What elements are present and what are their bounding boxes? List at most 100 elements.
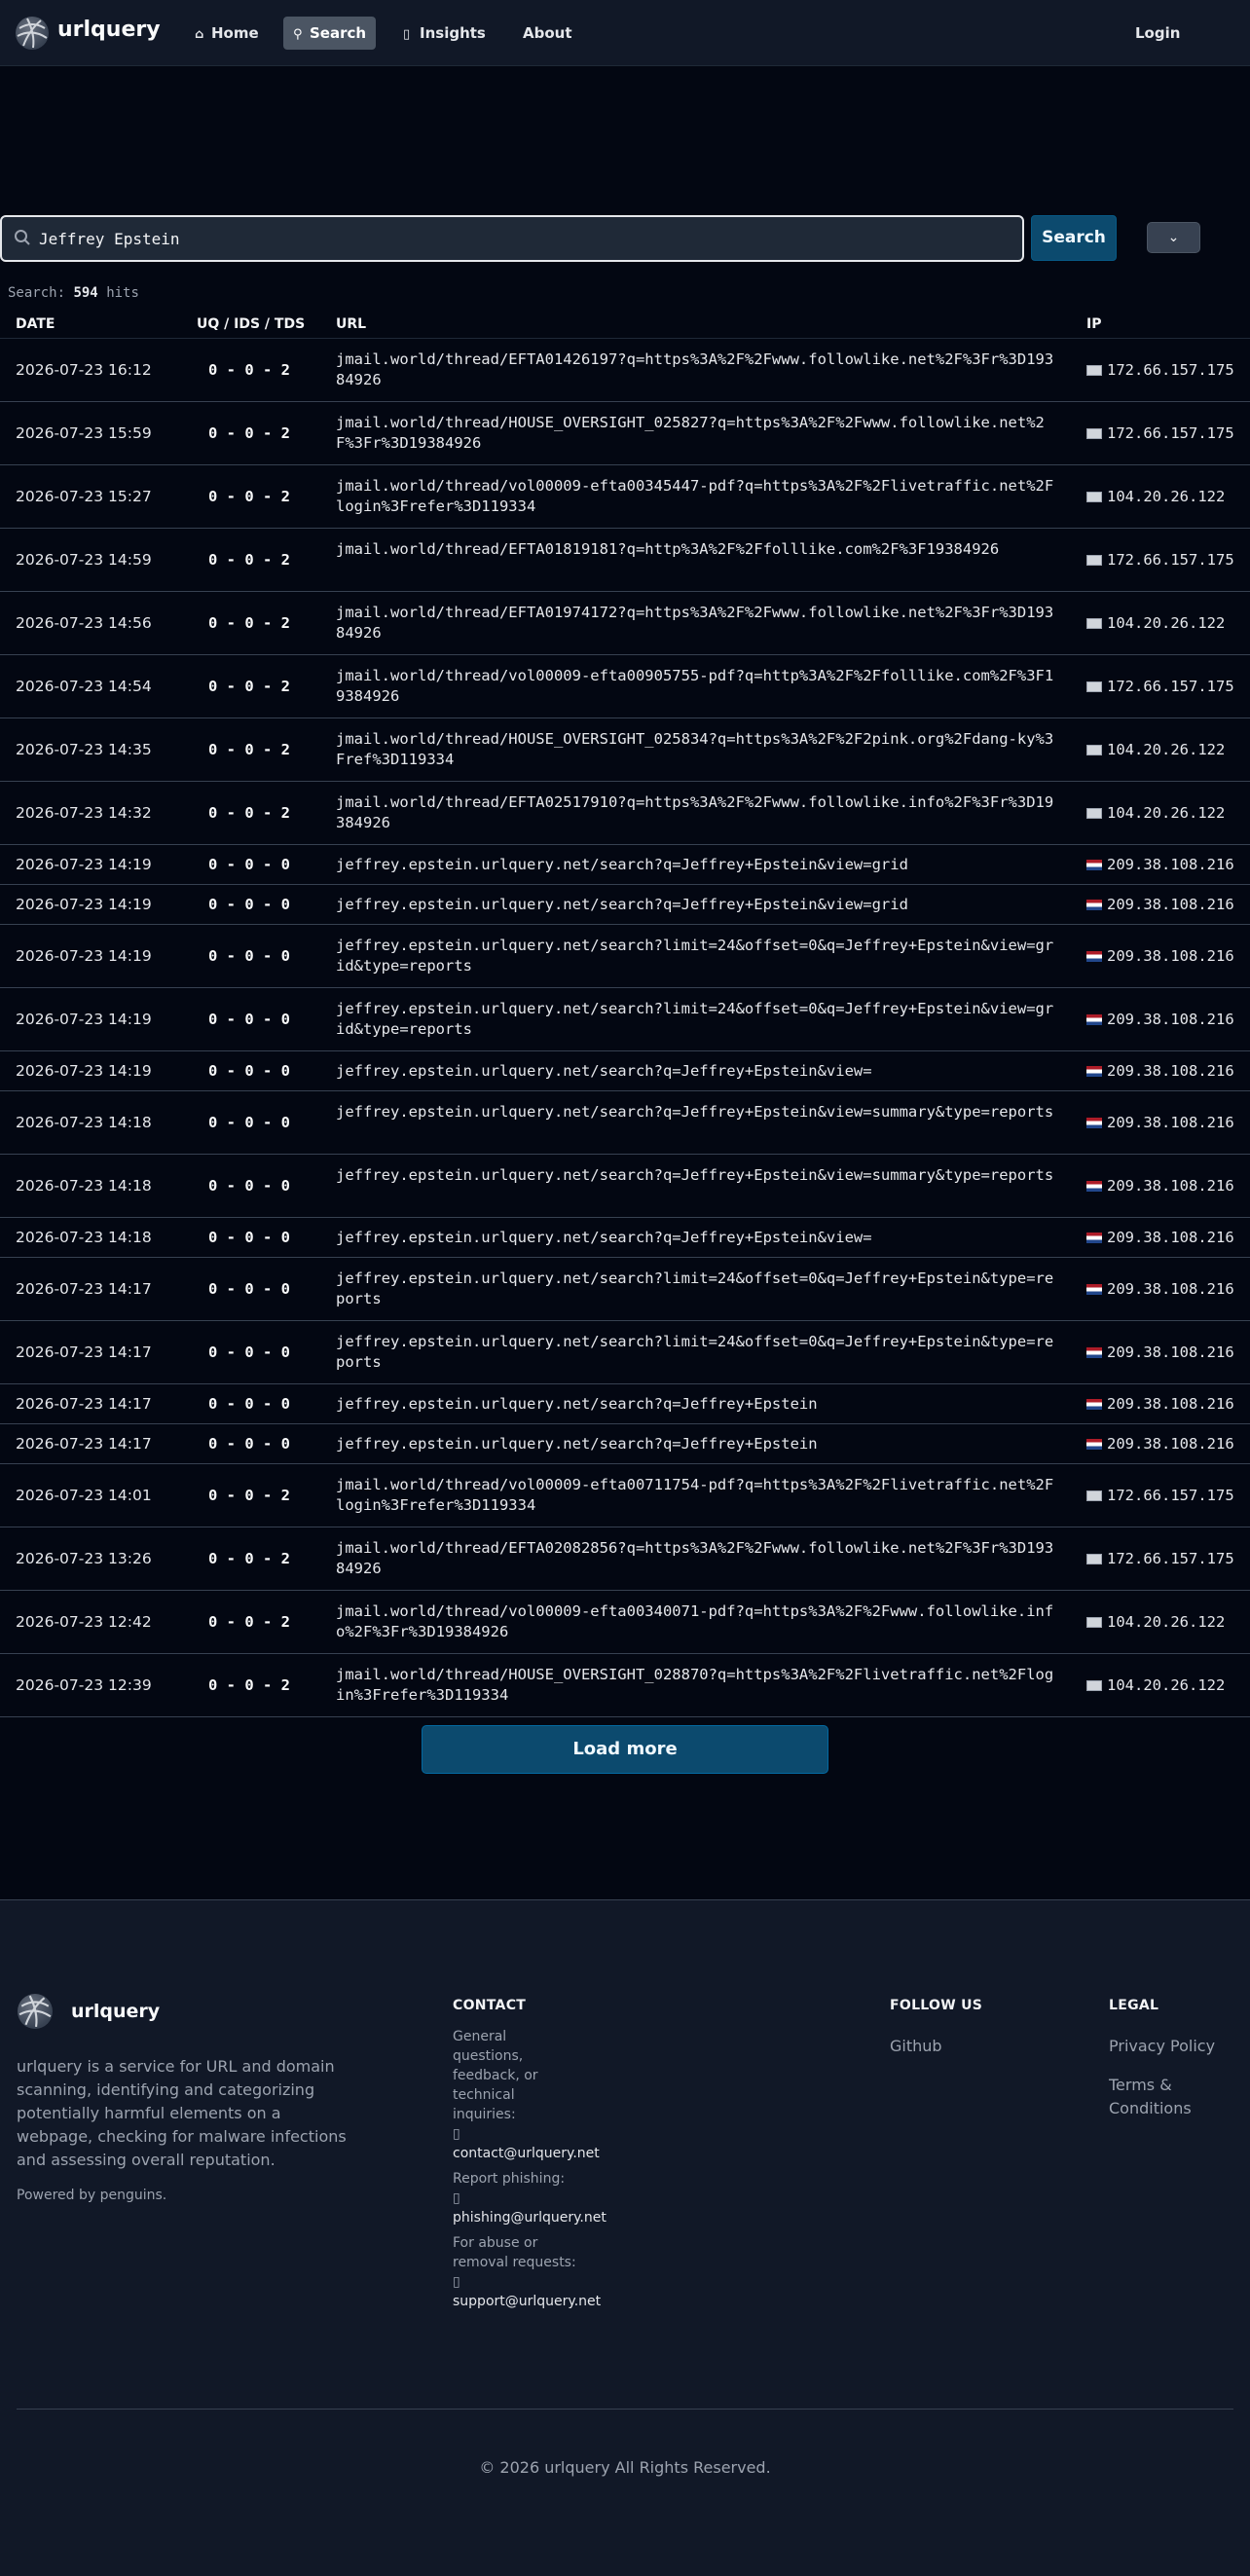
table-row[interactable]: 2026-07-23 14:35 0 - 0 - 2 jmail.world/thr…	[0, 718, 1250, 782]
row-url-link[interactable]: jmail.world/thread/HOUSE_OVERSIGHT_02583…	[336, 729, 1056, 770]
table-row[interactable]: 2026-07-23 14:54 0 - 0 - 2 jmail.world/thr…	[0, 655, 1250, 718]
table-row[interactable]: 2026-07-23 14:56 0 - 0 - 2 jmail.world/thr…	[0, 592, 1250, 655]
row-url-link[interactable]: jeffrey.epstein.urlquery.net/search?q=Je…	[336, 1434, 1056, 1454]
row-url-link[interactable]: jmail.world/thread/EFTA01974172?q=https%…	[336, 603, 1056, 644]
table-row[interactable]: 2026-07-23 14:01 0 - 0 - 2 jmail.world/thr…	[0, 1464, 1250, 1527]
row-url-link[interactable]: jmail.world/thread/EFTA01426197?q=https%…	[336, 350, 1056, 390]
urlquery-logo-icon[interactable]	[16, 17, 49, 50]
search-input[interactable]	[39, 217, 1012, 260]
row-ip-text: 209.38.108.216	[1107, 896, 1234, 913]
row-date: 2026-07-23 14:32	[16, 804, 152, 822]
row-url-link[interactable]: jeffrey.epstein.urlquery.net/search?q=Je…	[336, 1061, 1056, 1082]
row-ip: 209.38.108.216	[1086, 1435, 1234, 1453]
row-ip: 104.20.26.122	[1086, 804, 1225, 822]
row-date: 2026-07-23 13:26	[16, 1550, 152, 1567]
country-flag-icon	[1086, 1066, 1102, 1077]
support-email-link[interactable]: support@urlquery.net	[453, 2292, 647, 2311]
row-url-link[interactable]: jmail.world/thread/EFTA02082856?q=https%…	[336, 1538, 1056, 1579]
row-ip-text: 209.38.108.216	[1107, 1435, 1234, 1453]
row-ip-text: 209.38.108.216	[1107, 1229, 1234, 1246]
login-link[interactable]: Login	[1135, 17, 1180, 50]
row-url-link[interactable]: jmail.world/thread/EFTA01819181?q=http%3…	[336, 539, 1056, 560]
table-row[interactable]: 2026-07-23 14:19 0 - 0 - 0 jeffrey.epstein…	[0, 885, 1250, 925]
row-url-link[interactable]: jmail.world/thread/vol00009-efta00340071…	[336, 1601, 1056, 1642]
table-row[interactable]: 2026-07-23 13:26 0 - 0 - 2 jmail.world/thr…	[0, 1527, 1250, 1591]
row-score: 0 - 0 - 2	[208, 1613, 290, 1631]
nav-about[interactable]: About	[513, 17, 582, 50]
row-url-link[interactable]: jeffrey.epstein.urlquery.net/search?q=Je…	[336, 1228, 1056, 1248]
table-row[interactable]: 2026-07-23 14:17 0 - 0 - 0 jeffrey.epstein…	[0, 1321, 1250, 1384]
row-url-link[interactable]: jmail.world/thread/HOUSE_OVERSIGHT_02887…	[336, 1665, 1056, 1706]
table-row[interactable]: 2026-07-23 14:19 0 - 0 - 0 jeffrey.epstein…	[0, 988, 1250, 1051]
row-date: 2026-07-23 14:54	[16, 678, 152, 695]
row-date: 2026-07-23 14:17	[16, 1280, 152, 1298]
row-score: 0 - 0 - 0	[208, 1229, 290, 1246]
table-row[interactable]: 2026-07-23 14:32 0 - 0 - 2 jmail.world/thr…	[0, 782, 1250, 845]
country-flag-icon	[1086, 1554, 1102, 1564]
row-url-link[interactable]: jeffrey.epstein.urlquery.net/search?q=Je…	[336, 1165, 1056, 1186]
row-score: 0 - 0 - 2	[208, 741, 290, 758]
table-row[interactable]: 2026-07-23 14:17 0 - 0 - 0 jeffrey.epstein…	[0, 1258, 1250, 1321]
row-ip-text: 172.66.157.175	[1107, 551, 1234, 569]
row-url-link[interactable]: jeffrey.epstein.urlquery.net/search?q=Je…	[336, 1102, 1056, 1122]
country-flag-icon	[1086, 681, 1102, 692]
row-score: 0 - 0 - 2	[208, 1676, 290, 1694]
privacy-policy-link[interactable]: Privacy Policy	[1109, 2035, 1215, 2058]
table-row[interactable]: 2026-07-23 15:27 0 - 0 - 2 jmail.world/thr…	[0, 465, 1250, 529]
table-row[interactable]: 2026-07-23 16:12 0 - 0 - 2 jmail.world/thr…	[0, 339, 1250, 402]
nav-search-label: Search	[310, 24, 367, 42]
row-url-link[interactable]: jeffrey.epstein.urlquery.net/search?q=Je…	[336, 855, 1056, 875]
row-url-link[interactable]: jeffrey.epstein.urlquery.net/search?limi…	[336, 936, 1056, 976]
country-flag-icon	[1086, 1439, 1102, 1450]
table-row[interactable]: 2026-07-23 14:17 0 - 0 - 0 jeffrey.epstein…	[0, 1384, 1250, 1424]
row-url-link[interactable]: jeffrey.epstein.urlquery.net/search?limi…	[336, 999, 1056, 1040]
table-row[interactable]: 2026-07-23 14:18 0 - 0 - 0 jeffrey.epstein…	[0, 1155, 1250, 1218]
row-url-link[interactable]: jmail.world/thread/HOUSE_OVERSIGHT_02582…	[336, 413, 1056, 454]
terms-link[interactable]: Terms & Conditions	[1109, 2074, 1226, 2120]
nav-search[interactable]: ⚲ Search	[283, 17, 377, 50]
row-ip: 104.20.26.122	[1086, 488, 1225, 505]
table-row[interactable]: 2026-07-23 14:18 0 - 0 - 0 jeffrey.epstein…	[0, 1218, 1250, 1258]
row-date: 2026-07-23 14:18	[16, 1229, 152, 1246]
contact-email-link[interactable]: contact@urlquery.net	[453, 2144, 647, 2163]
search-options-dropdown[interactable]: ⌄	[1147, 222, 1200, 253]
row-ip-text: 209.38.108.216	[1107, 1011, 1234, 1028]
contact-block: General questions, feedback, or technica…	[453, 2027, 607, 2317]
row-url-link[interactable]: jeffrey.epstein.urlquery.net/search?q=Je…	[336, 1394, 1056, 1415]
table-row[interactable]: 2026-07-23 14:59 0 - 0 - 2 jmail.world/thr…	[0, 529, 1250, 592]
table-row[interactable]: 2026-07-23 14:19 0 - 0 - 0 jeffrey.epstein…	[0, 1051, 1250, 1091]
table-row[interactable]: 2026-07-23 14:19 0 - 0 - 0 jeffrey.epstein…	[0, 845, 1250, 885]
row-url-link[interactable]: jmail.world/thread/EFTA02517910?q=https%…	[336, 792, 1056, 833]
row-ip-text: 104.20.26.122	[1107, 1676, 1226, 1694]
github-link[interactable]: Github	[890, 2035, 942, 2058]
nav-insights[interactable]: ▯ Insights	[393, 17, 496, 50]
phishing-email-link[interactable]: phishing@urlquery.net	[453, 2208, 647, 2227]
country-flag-icon	[1086, 900, 1102, 910]
row-url-link[interactable]: jmail.world/thread/vol00009-efta00711754…	[336, 1475, 1056, 1516]
table-row[interactable]: 2026-07-23 12:42 0 - 0 - 2 jmail.world/thr…	[0, 1591, 1250, 1654]
row-date: 2026-07-23 14:19	[16, 896, 152, 913]
results-table-header: DATE UQ / IDS / TDS URL IP	[0, 312, 1250, 339]
nav-insights-label: Insights	[420, 24, 486, 42]
row-score: 0 - 0 - 2	[208, 804, 290, 822]
row-score: 0 - 0 - 2	[208, 551, 290, 569]
country-flag-icon	[1086, 808, 1102, 819]
nav-home[interactable]: ⌂ Home	[185, 17, 269, 50]
table-row[interactable]: 2026-07-23 14:18 0 - 0 - 0 jeffrey.epstein…	[0, 1091, 1250, 1155]
load-more-button[interactable]: Load more	[422, 1725, 828, 1774]
table-row[interactable]: 2026-07-23 14:17 0 - 0 - 0 jeffrey.epstein…	[0, 1424, 1250, 1464]
row-url-link[interactable]: jeffrey.epstein.urlquery.net/search?limi…	[336, 1269, 1056, 1309]
search-button[interactable]: Search	[1031, 215, 1117, 261]
country-flag-icon	[1086, 618, 1102, 629]
table-row[interactable]: 2026-07-23 15:59 0 - 0 - 2 jmail.world/thr…	[0, 402, 1250, 465]
table-row[interactable]: 2026-07-23 12:39 0 - 0 - 2 jmail.world/thr…	[0, 1654, 1250, 1717]
row-url-link[interactable]: jeffrey.epstein.urlquery.net/search?limi…	[336, 1332, 1056, 1373]
row-url-link[interactable]: jmail.world/thread/vol00009-efta00345447…	[336, 476, 1056, 517]
home-icon: ⌂	[195, 27, 204, 42]
row-score: 0 - 0 - 0	[208, 856, 290, 873]
copyright: © 2026 urlquery All Rights Reserved.	[479, 2458, 771, 2477]
row-url-link[interactable]: jmail.world/thread/vol00009-efta00905755…	[336, 666, 1056, 707]
row-url-link[interactable]: jeffrey.epstein.urlquery.net/search?q=Je…	[336, 895, 1056, 915]
brand-name[interactable]: urlquery	[57, 18, 161, 42]
table-row[interactable]: 2026-07-23 14:19 0 - 0 - 0 jeffrey.epstein…	[0, 925, 1250, 988]
